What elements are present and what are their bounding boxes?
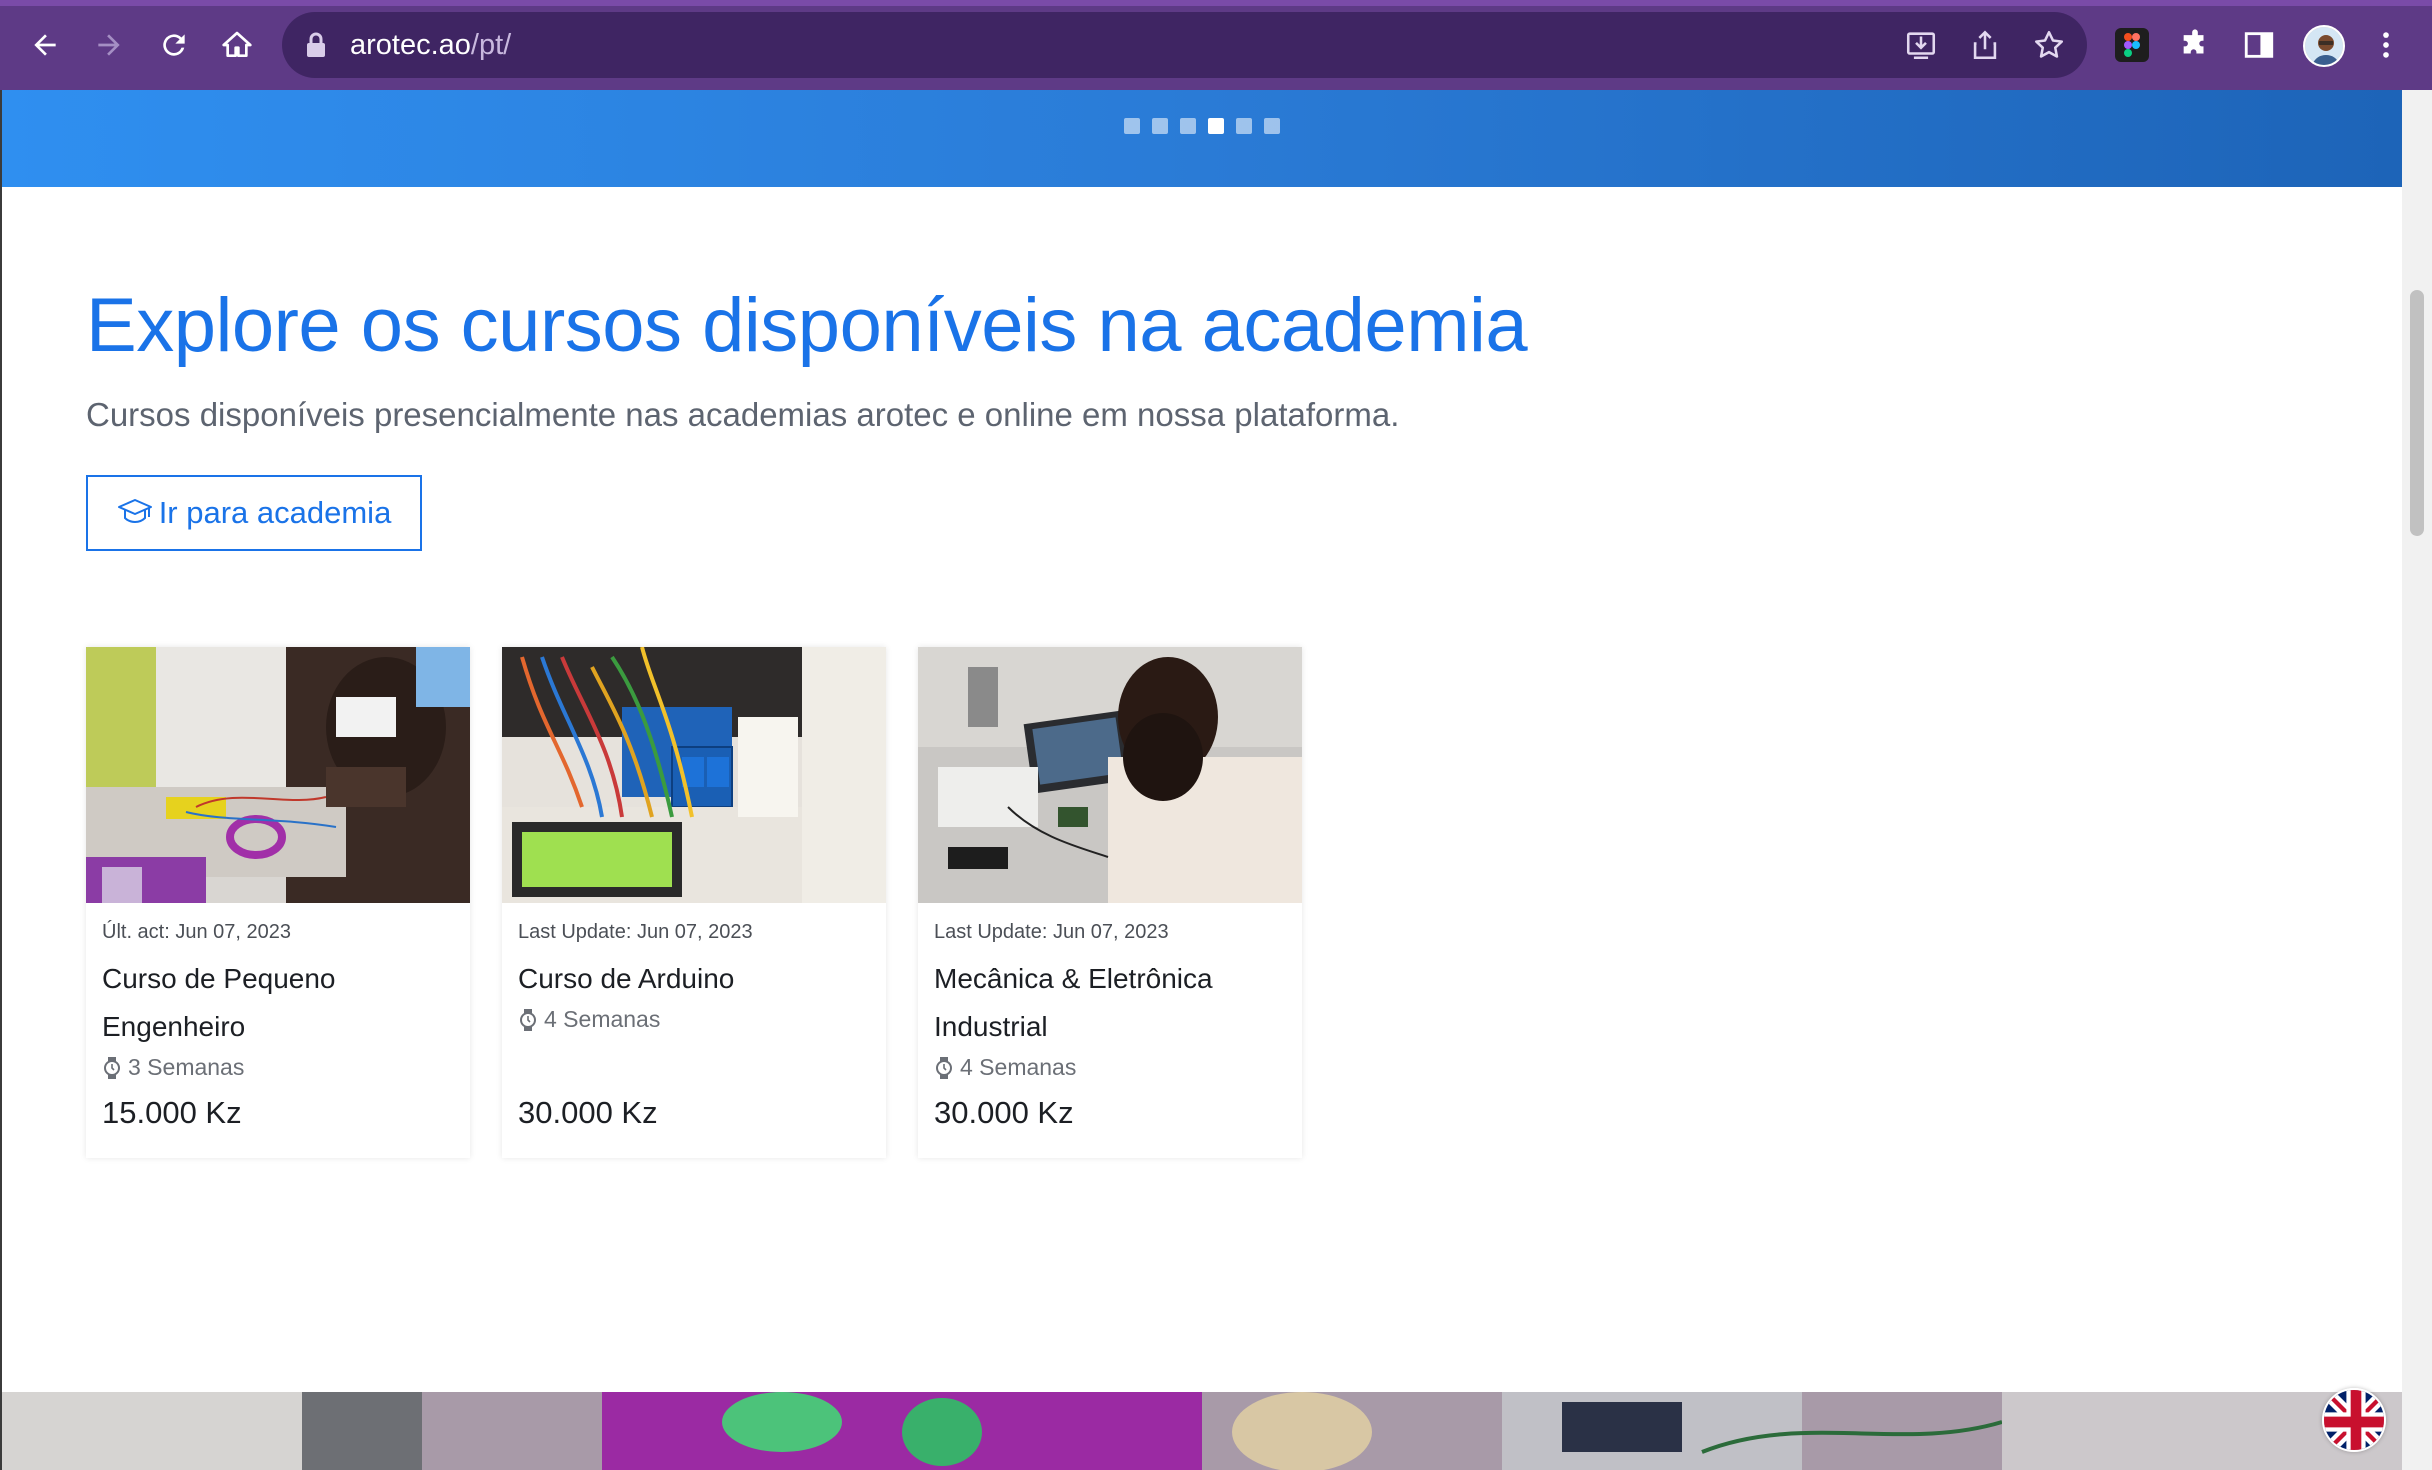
carousel-dot[interactable] <box>1152 118 1168 134</box>
hero-carousel <box>2 90 2402 187</box>
course-price: 30.000 Kz <box>518 1095 658 1130</box>
course-duration: 4 Semanas <box>518 1006 660 1033</box>
course-duration-text: 4 Semanas <box>544 1006 661 1032</box>
watch-icon <box>104 1056 120 1079</box>
install-icon[interactable] <box>1904 28 1938 62</box>
watch-icon <box>520 1008 536 1031</box>
course-duration: 3 Semanas <box>102 1054 244 1081</box>
language-switch[interactable] <box>2322 1388 2386 1452</box>
browser-toolbar: arotec.ao/pt/ <box>0 0 2432 90</box>
industrial-electronics-photo <box>918 647 1302 903</box>
home-button[interactable] <box>214 22 260 68</box>
reload-icon <box>163 34 185 56</box>
url-text[interactable]: arotec.ao/pt/ <box>350 26 511 64</box>
back-button[interactable] <box>22 22 68 68</box>
go-to-academy-label: Ir para academia <box>158 495 392 530</box>
carousel-dot[interactable] <box>1124 118 1140 134</box>
url-path: /pt/ <box>470 29 512 61</box>
course-duration: 4 Semanas <box>934 1054 1076 1081</box>
forward-icon <box>98 34 120 56</box>
carousel-dot[interactable] <box>1264 118 1280 134</box>
course-duration-text: 4 Semanas <box>960 1054 1077 1080</box>
course-card[interactable]: Last Update: Jun 07, 2023 Curso de Ardui… <box>502 647 886 1158</box>
extensions-puzzle-icon <box>2183 29 2204 54</box>
go-to-academy-button[interactable]: Ir para academia <box>86 475 422 551</box>
watch-icon <box>936 1056 952 1079</box>
person-avatar-icon <box>2305 27 2343 65</box>
course-price: 30.000 Kz <box>934 1095 1074 1130</box>
course-duration-text: 3 Semanas <box>128 1054 245 1080</box>
profile-avatar[interactable] <box>2303 25 2345 67</box>
section-heading: Explore os cursos disponíveis na academi… <box>86 283 1528 368</box>
web-page: Explore os cursos disponíveis na academi… <box>2 90 2402 1470</box>
section-subtitle: Cursos disponíveis presencialmente nas a… <box>86 396 1400 433</box>
figma-extension-button[interactable] <box>2113 26 2151 64</box>
course-image[interactable] <box>86 647 470 903</box>
figma-extension-icon <box>2115 28 2149 62</box>
course-last-update: Last Update: Jun 07, 2023 <box>934 921 1169 943</box>
carousel-dot[interactable] <box>1180 118 1196 134</box>
side-panel-icon <box>2244 32 2274 58</box>
course-last-update: Last Update: Jun 07, 2023 <box>518 921 753 943</box>
course-image[interactable] <box>918 647 1302 903</box>
next-section-banner <box>2 1392 2402 1470</box>
course-price: 15.000 Kz <box>102 1095 242 1130</box>
home-icon <box>222 31 252 57</box>
side-panel-button[interactable] <box>2240 26 2278 64</box>
page-scrollbar[interactable] <box>2402 90 2432 1470</box>
forward-button[interactable] <box>86 22 132 68</box>
carousel-dot-active[interactable] <box>1208 118 1224 134</box>
carousel-indicators <box>1124 118 1280 134</box>
course-card[interactable]: Últ. act: Jun 07, 2023 Curso de Pequeno … <box>86 647 470 1158</box>
share-icon[interactable] <box>1968 28 2002 62</box>
course-image[interactable] <box>502 647 886 903</box>
address-bar[interactable]: arotec.ao/pt/ <box>282 12 2087 78</box>
back-icon <box>34 34 56 56</box>
reload-button[interactable] <box>151 22 197 68</box>
menu-kebab-icon <box>2383 32 2389 58</box>
graduation-cap-icon <box>117 499 152 524</box>
course-title[interactable]: Curso de Pequeno Engenheiro <box>102 955 442 1051</box>
tab-strip-edge <box>0 0 2432 6</box>
url-host: arotec.ao <box>350 29 471 61</box>
lock-icon[interactable] <box>304 32 328 58</box>
course-title[interactable]: Mecânica & Eletrônica Industrial <box>934 955 1274 1051</box>
arduino-board-photo <box>502 647 886 903</box>
course-title[interactable]: Curso de Arduino <box>518 955 858 1003</box>
course-card[interactable]: Last Update: Jun 07, 2023 Mecânica & Ele… <box>918 647 1302 1158</box>
course-last-update: Últ. act: Jun 07, 2023 <box>102 921 292 943</box>
kids-engineering-photo <box>86 647 470 903</box>
scrollbar-thumb[interactable] <box>2410 290 2424 536</box>
workshop-banner-photo <box>2 1392 2402 1470</box>
bookmark-star-icon[interactable] <box>2032 28 2066 62</box>
browser-menu-button[interactable] <box>2367 26 2405 64</box>
extensions-button[interactable] <box>2176 26 2214 64</box>
carousel-dot[interactable] <box>1236 118 1252 134</box>
